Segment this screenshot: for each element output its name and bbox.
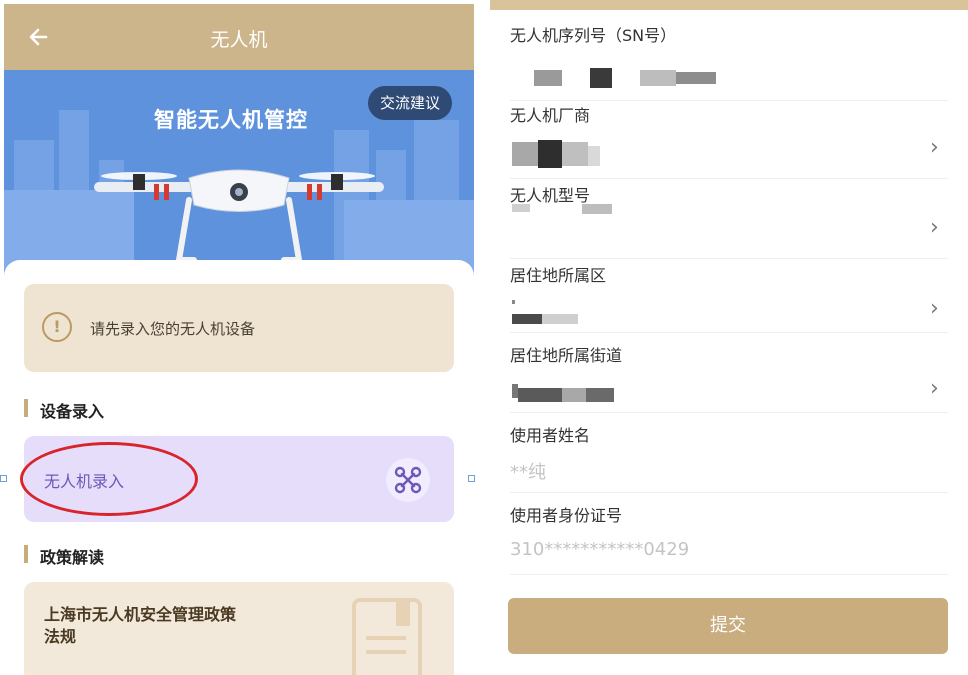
chevron-right-icon[interactable]: › bbox=[930, 296, 939, 321]
separator bbox=[510, 258, 948, 259]
separator bbox=[510, 574, 948, 575]
top-accent-bar bbox=[490, 0, 968, 10]
highlight-circle bbox=[20, 442, 198, 516]
drone-icon bbox=[386, 458, 430, 502]
notice-text: 请先录入您的无人机设备 bbox=[90, 320, 256, 338]
chevron-right-icon[interactable]: › bbox=[930, 376, 939, 401]
chevron-right-icon[interactable]: › bbox=[930, 215, 939, 240]
book-icon bbox=[352, 598, 422, 675]
manufacturer-label: 无人机厂商 bbox=[510, 106, 591, 125]
sn-label: 无人机序列号（SN号） bbox=[510, 26, 677, 45]
section-title-policy: 政策解读 bbox=[24, 544, 104, 568]
drone-home-screen: 无人机 智能无人机管控 交流建议 ! 请先录入您的无人机设备 设备录入 无人机录… bbox=[4, 4, 474, 675]
app-bar: 无人机 bbox=[4, 4, 474, 70]
district-label: 居住地所属区 bbox=[510, 266, 607, 285]
section-title-device: 设备录入 bbox=[24, 398, 104, 422]
separator bbox=[510, 178, 948, 179]
drone-registration-form: 无人机序列号（SN号） 无人机厂商 › 无人机型号 › 居住地所属区 › 居住地… bbox=[490, 0, 968, 675]
user-id-label: 使用者身份证号 bbox=[510, 506, 623, 525]
exclamation-icon: ! bbox=[42, 312, 72, 342]
user-name-input[interactable]: **纯 bbox=[510, 458, 546, 484]
user-name-label: 使用者姓名 bbox=[510, 426, 591, 445]
separator bbox=[510, 492, 948, 493]
notice-banner: ! 请先录入您的无人机设备 bbox=[24, 284, 454, 372]
manufacturer-value-redacted[interactable] bbox=[512, 138, 602, 168]
model-label: 无人机型号 bbox=[510, 186, 591, 205]
submit-button[interactable]: 提交 bbox=[508, 598, 948, 654]
app-title: 无人机 bbox=[210, 29, 268, 51]
model-value-redacted[interactable] bbox=[512, 204, 612, 216]
policy-title: 上海市无人机安全管理政策法规 bbox=[44, 605, 237, 646]
street-label: 居住地所属街道 bbox=[510, 346, 623, 365]
separator bbox=[510, 332, 948, 333]
selection-handle-right bbox=[468, 475, 475, 482]
banner-title: 智能无人机管控 bbox=[154, 108, 308, 132]
banner: 智能无人机管控 交流建议 bbox=[4, 70, 474, 280]
street-value-redacted[interactable] bbox=[512, 380, 616, 404]
separator bbox=[510, 412, 948, 413]
user-id-input[interactable]: 310***********0429 bbox=[510, 539, 689, 560]
sn-value-redacted[interactable] bbox=[534, 68, 716, 88]
chevron-right-icon[interactable]: › bbox=[930, 135, 939, 160]
selection-handle-left bbox=[0, 475, 7, 482]
content-card: ! 请先录入您的无人机设备 设备录入 无人机录入 政策解读 上海市无人机安全管理… bbox=[4, 260, 474, 675]
separator bbox=[510, 100, 948, 101]
policy-card[interactable]: 上海市无人机安全管理政策法规 bbox=[24, 582, 454, 675]
district-value-redacted[interactable] bbox=[512, 300, 592, 324]
screenshot-composite: 无人机 智能无人机管控 交流建议 ! 请先录入您的无人机设备 设备录入 无人机录… bbox=[0, 0, 968, 675]
feedback-button[interactable]: 交流建议 bbox=[368, 86, 453, 120]
